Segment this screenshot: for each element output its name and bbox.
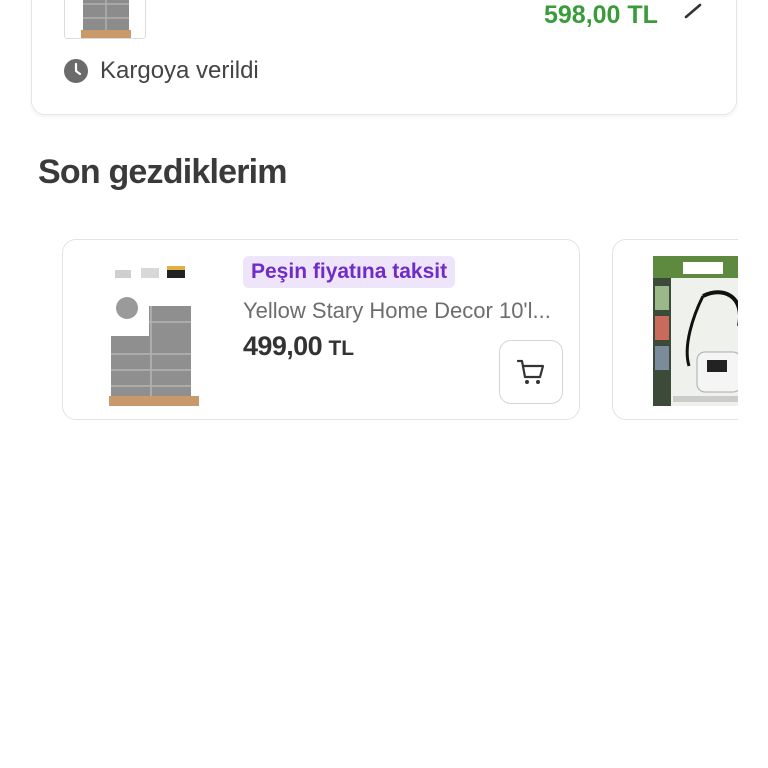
product-price: 499,00 TL bbox=[243, 331, 354, 362]
product-card[interactable]: Peşin fiyatına taksit Yellow Stary Home … bbox=[62, 239, 580, 420]
product-image bbox=[109, 256, 199, 406]
cart-icon bbox=[516, 359, 545, 384]
installment-badge: Peşin fiyatına taksit bbox=[243, 256, 456, 288]
add-to-cart-button[interactable] bbox=[499, 340, 563, 404]
product-card[interactable] bbox=[612, 239, 738, 420]
price-amount: 499,00 bbox=[243, 331, 323, 361]
product-name[interactable]: Yellow Stary Home Decor 10'l... bbox=[243, 298, 563, 324]
recently-viewed-carousel[interactable]: Peşin fiyatına taksit Yellow Stary Home … bbox=[0, 0, 738, 768]
price-currency: TL bbox=[328, 337, 355, 360]
product-image bbox=[653, 256, 738, 406]
